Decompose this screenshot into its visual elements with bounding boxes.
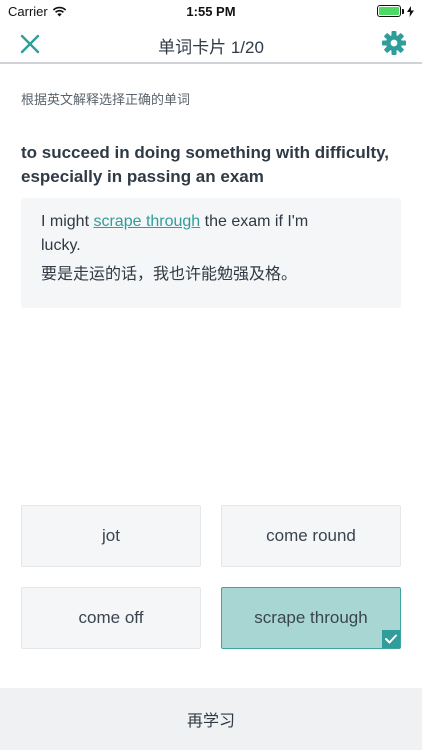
option-label: come off bbox=[78, 608, 144, 627]
instruction-text: 根据英文解释选择正确的单词 bbox=[21, 92, 191, 107]
example-card: I might scrape through the exam if I'm l… bbox=[21, 198, 401, 308]
checkmark-icon bbox=[385, 634, 397, 644]
page-title: 单词卡片 1/20 bbox=[158, 38, 264, 57]
option-label: jot bbox=[102, 526, 120, 545]
option-label: scrape through bbox=[254, 608, 368, 627]
option-come-round[interactable]: come round bbox=[221, 505, 401, 567]
option-jot[interactable]: jot bbox=[21, 505, 201, 567]
option-come-off[interactable]: come off bbox=[21, 587, 201, 649]
definition-text: to succeed in doing something with diffi… bbox=[21, 143, 390, 186]
selected-badge bbox=[382, 630, 400, 648]
example-sentence-zh: 要是走运的话，我也许能勉强及格。 bbox=[41, 266, 298, 283]
relearn-button[interactable]: 再学习 bbox=[0, 688, 422, 750]
relearn-label: 再学习 bbox=[186, 713, 235, 730]
battery-icon bbox=[377, 5, 401, 17]
charging-bolt-icon bbox=[407, 5, 414, 17]
option-label: come round bbox=[266, 526, 356, 545]
example-highlight-word[interactable]: scrape through bbox=[93, 213, 200, 230]
example-sentence-en: I might scrape through the exam if I'm l… bbox=[41, 213, 309, 254]
status-bar: Carrier 1:55 PM bbox=[0, 0, 422, 24]
nav-bar: 单词卡片 1/20 bbox=[0, 24, 422, 64]
status-time: 1:55 PM bbox=[186, 4, 236, 19]
option-scrape-through[interactable]: scrape through bbox=[221, 587, 401, 649]
gear-icon[interactable] bbox=[381, 30, 407, 56]
battery-indicator bbox=[377, 5, 414, 17]
